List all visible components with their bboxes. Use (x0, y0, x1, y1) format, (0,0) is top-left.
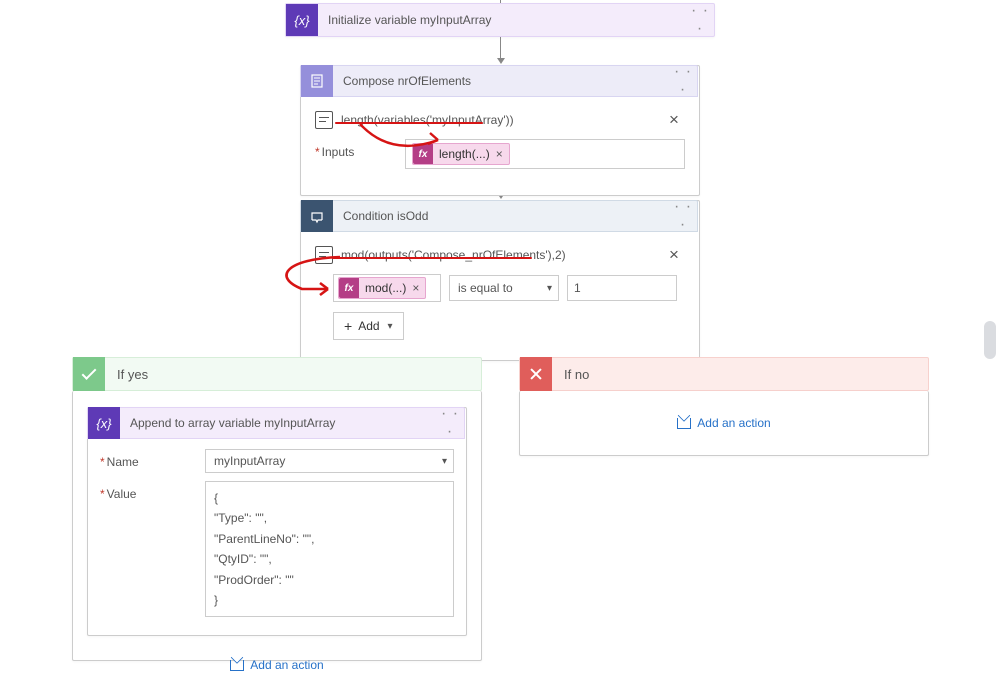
compose-icon (301, 65, 333, 97)
condition-right-input[interactable]: 1 (567, 275, 677, 301)
check-icon (73, 357, 105, 391)
delete-comment-button[interactable]: × (663, 243, 685, 267)
comment-icon (315, 246, 333, 264)
inputs-field[interactable]: fx length(...) × (405, 139, 685, 169)
add-action-link[interactable]: Add an action (677, 416, 770, 430)
ellipsis-menu[interactable]: · · · (436, 405, 464, 441)
x-icon (520, 357, 552, 391)
expression-chip[interactable]: fx mod(...) × (338, 277, 426, 299)
comment-icon (315, 111, 333, 129)
chevron-down-icon: ▾ (388, 321, 393, 332)
branch-if-yes-header[interactable]: If yes (72, 357, 482, 391)
action-comment: length(variables('myInputArray')) (341, 113, 663, 127)
add-action-link[interactable]: Add an action (230, 658, 323, 672)
variable-icon: {x} (88, 407, 120, 439)
add-row-button[interactable]: + Add ▾ (333, 312, 404, 340)
insert-action-icon (230, 660, 244, 671)
variable-name-dropdown[interactable]: myInputArray ▾ (205, 449, 454, 473)
fx-icon: fx (413, 144, 433, 164)
branch-if-yes-body: {x} Append to array variable myInputArra… (72, 391, 482, 661)
chevron-down-icon: ▾ (442, 456, 447, 467)
remove-chip-button[interactable]: × (412, 281, 425, 295)
action-card-append-array: {x} Append to array variable myInputArra… (87, 407, 467, 636)
value-textarea[interactable]: { "Type": "", "ParentLineNo": "", "QtyID… (205, 481, 454, 617)
action-card-compose: Compose nrOfElements · · · length(variab… (300, 65, 700, 196)
ellipsis-menu[interactable]: · · · (669, 198, 697, 234)
branch-if-no-body: Add an action (519, 391, 929, 456)
card-title: Compose nrOfElements (333, 74, 669, 88)
action-card-condition: Condition isOdd · · · mod(outputs('Compo… (300, 200, 700, 361)
scrollbar-thumb[interactable] (984, 321, 996, 359)
condition-icon (301, 200, 333, 232)
card-title: Initialize variable myInputArray (318, 13, 686, 27)
field-label-name: *Name (100, 449, 205, 469)
remove-chip-button[interactable]: × (496, 147, 509, 161)
delete-comment-button[interactable]: × (663, 108, 685, 132)
ellipsis-menu[interactable]: · · · (686, 2, 714, 38)
action-card-initialize-variable[interactable]: {x} Initialize variable myInputArray · ·… (285, 3, 715, 37)
condition-operator-dropdown[interactable]: is equal to ▾ (449, 275, 559, 301)
field-label-value: *Value (100, 481, 205, 501)
card-title: Append to array variable myInputArray (120, 416, 436, 430)
chevron-down-icon: ▾ (547, 283, 552, 294)
branch-title: If no (552, 367, 601, 382)
action-comment: mod(outputs('Compose_nrOfElements'),2) (341, 248, 663, 262)
fx-icon: fx (339, 278, 359, 298)
branch-if-no-header[interactable]: If no (519, 357, 929, 391)
branch-title: If yes (105, 367, 160, 382)
insert-action-icon (677, 418, 691, 429)
card-title: Condition isOdd (333, 209, 669, 223)
variable-icon: {x} (286, 4, 318, 36)
card-header[interactable]: Condition isOdd · · · (300, 200, 698, 232)
condition-left-input[interactable]: fx mod(...) × (333, 274, 441, 302)
card-header[interactable]: {x} Append to array variable myInputArra… (87, 407, 465, 439)
plus-icon: + (344, 318, 352, 334)
expression-chip[interactable]: fx length(...) × (412, 143, 510, 165)
field-label-inputs: *Inputs (315, 139, 405, 159)
ellipsis-menu[interactable]: · · · (669, 63, 697, 99)
card-header[interactable]: Compose nrOfElements · · · (300, 65, 698, 97)
